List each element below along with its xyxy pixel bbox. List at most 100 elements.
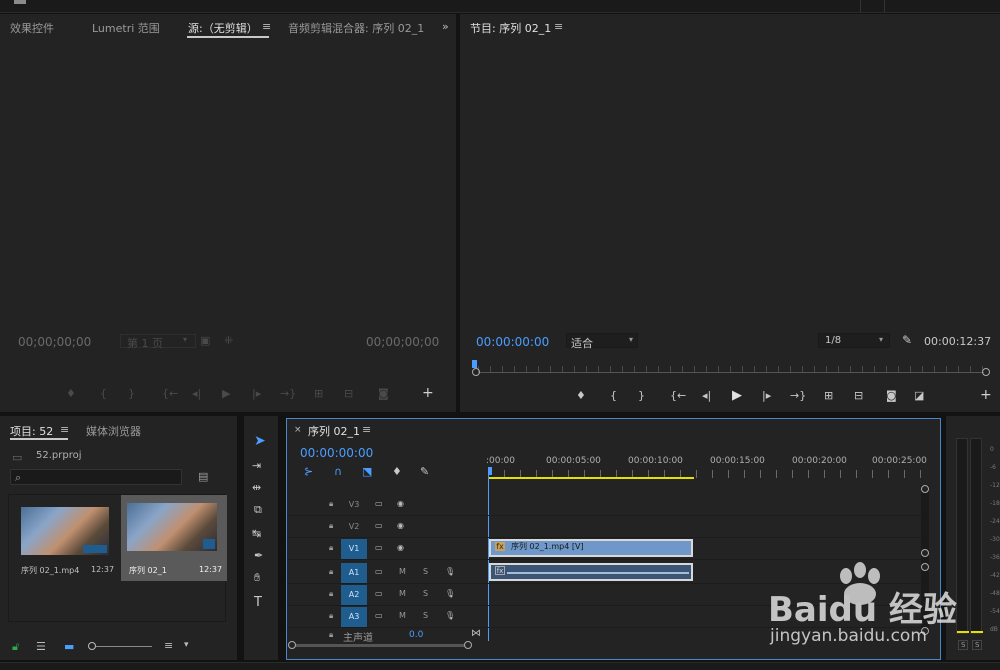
play-icon[interactable]: ▶: [732, 389, 742, 402]
step-back-icon[interactable]: ◂|: [192, 388, 201, 399]
scroll-handle[interactable]: [288, 641, 296, 649]
linked-selection-icon[interactable]: ⬔: [362, 466, 372, 477]
tab-program[interactable]: 节目: 序列 02_1: [470, 20, 551, 36]
sort-icon[interactable]: ≡: [164, 639, 173, 652]
add-button-icon[interactable]: +: [422, 386, 434, 400]
mark-out-icon[interactable]: }: [128, 388, 135, 399]
source-timecode-out[interactable]: 00;00;00;00: [366, 335, 439, 349]
microphone-icon[interactable]: 🎙︎: [445, 567, 455, 576]
step-forward-icon[interactable]: |▸: [252, 388, 261, 399]
tab-lumetri[interactable]: Lumetri 范围: [92, 20, 160, 36]
step-forward-icon[interactable]: |▸: [762, 390, 771, 401]
settings-icon[interactable]: ⁜: [224, 334, 233, 347]
track-label[interactable]: V1: [341, 539, 367, 559]
close-icon[interactable]: ×: [294, 425, 302, 435]
microphone-icon[interactable]: 🎙︎: [445, 611, 455, 620]
work-area-bar[interactable]: [488, 477, 694, 479]
ripple-edit-tool-icon[interactable]: ⇹: [252, 482, 261, 493]
tab-media-browser[interactable]: 媒体浏览器: [86, 423, 141, 439]
razor-tool-icon[interactable]: ⧉: [254, 504, 262, 515]
nest-icon[interactable]: ⊱: [304, 466, 313, 477]
workspace-icon[interactable]: [14, 0, 26, 4]
mute-button[interactable]: M: [399, 567, 406, 576]
tab-project[interactable]: 项目: 52: [10, 423, 53, 439]
mark-out-icon[interactable]: }: [638, 390, 645, 401]
playhead-marker[interactable]: [472, 360, 477, 368]
track-label[interactable]: V3: [341, 495, 367, 515]
page-select[interactable]: 第 1 页 ▾: [120, 334, 196, 350]
menu-icon[interactable]: ≡: [262, 20, 271, 33]
sync-icon[interactable]: ▭: [375, 499, 383, 508]
lock-icon[interactable]: 🔒︎: [329, 589, 333, 599]
playhead[interactable]: [488, 467, 492, 475]
export-frame-icon[interactable]: ▣: [200, 334, 210, 347]
step-back-icon[interactable]: ◂|: [702, 390, 711, 401]
project-item[interactable]: 序列 02_1.mp4 12:37: [15, 501, 115, 581]
resolution-select[interactable]: 1/8 ▾: [818, 333, 890, 348]
sync-icon[interactable]: ▭: [375, 567, 383, 576]
fit-select[interactable]: 适合 ▾: [566, 333, 638, 350]
zoom-slider[interactable]: [88, 642, 152, 650]
menu-icon[interactable]: ≡: [60, 423, 69, 436]
eye-icon[interactable]: ◉: [397, 521, 404, 530]
track-label[interactable]: A1: [341, 563, 367, 583]
wrench-icon[interactable]: ✎: [420, 466, 429, 477]
icon-view-icon[interactable]: ▬: [64, 640, 74, 653]
tab-audio-mixer[interactable]: 音频剪辑混合器: 序列 02_1: [288, 20, 424, 36]
scroll-handle-right[interactable]: [982, 368, 990, 376]
lock-icon[interactable]: 🔒︎: [329, 521, 333, 531]
find-icon[interactable]: ▤: [198, 470, 208, 483]
sync-icon[interactable]: ▭: [375, 589, 383, 598]
chevron-down-icon[interactable]: ▾: [184, 640, 189, 650]
wrench-icon[interactable]: ✎: [902, 333, 912, 347]
scroll-handle[interactable]: [464, 641, 472, 649]
mute-button[interactable]: M: [399, 589, 406, 598]
camera-icon[interactable]: ◙: [378, 388, 389, 399]
menu-icon[interactable]: ≡: [554, 20, 563, 33]
lock-icon[interactable]: 🔓︎: [12, 640, 19, 654]
pen-tool-icon[interactable]: ✒: [254, 550, 263, 561]
source-timecode-in[interactable]: 00;00;00;00: [18, 335, 91, 349]
mute-button[interactable]: M: [399, 611, 406, 620]
zoom-handle[interactable]: [88, 642, 96, 650]
program-scrubber[interactable]: [472, 360, 992, 376]
overwrite-icon[interactable]: ⊟: [344, 388, 353, 399]
sync-icon[interactable]: ▭: [375, 521, 383, 530]
menu-icon[interactable]: ≡: [362, 423, 371, 436]
solo-button[interactable]: S: [423, 611, 428, 620]
audio-clip[interactable]: fx: [489, 563, 693, 581]
overflow-icon[interactable]: »: [442, 20, 449, 33]
slip-tool-icon[interactable]: ↹: [252, 528, 261, 539]
solo-left-button[interactable]: S: [958, 640, 969, 650]
lock-icon[interactable]: 🔒︎: [329, 630, 333, 640]
add-button-icon[interactable]: +: [980, 388, 992, 402]
scroll-handle[interactable]: [921, 549, 929, 557]
play-icon[interactable]: ▶: [222, 388, 230, 399]
timeline-timecode[interactable]: 00:00:00:00: [300, 446, 373, 460]
video-clip[interactable]: fx 序列 02_1.mp4 [V]: [489, 539, 693, 557]
list-view-icon[interactable]: ☰: [36, 640, 46, 653]
mark-in-icon[interactable]: {: [100, 388, 107, 399]
sync-icon[interactable]: ▭: [375, 611, 383, 620]
master-volume[interactable]: 0.0: [409, 630, 423, 640]
type-tool-icon[interactable]: T: [254, 596, 262, 609]
lock-icon[interactable]: 🔒︎: [329, 567, 333, 577]
lock-icon[interactable]: 🔒︎: [329, 611, 333, 621]
eye-icon[interactable]: ◉: [397, 543, 404, 552]
program-timecode[interactable]: 00:00:00:00: [476, 335, 549, 349]
solo-right-button[interactable]: S: [972, 640, 983, 650]
snap-icon[interactable]: ∩: [334, 466, 342, 477]
track-label[interactable]: V2: [341, 517, 367, 537]
scroll-handle[interactable]: [921, 563, 929, 571]
track-label[interactable]: A3: [341, 607, 367, 627]
insert-icon[interactable]: ⊞: [314, 388, 323, 399]
bowtie-icon[interactable]: ⋈: [471, 628, 481, 639]
lock-icon[interactable]: 🔒︎: [329, 499, 333, 509]
extract-icon[interactable]: ⊟: [854, 390, 863, 401]
scroll-handle-left[interactable]: [472, 368, 480, 376]
eye-icon[interactable]: ◉: [397, 499, 404, 508]
sync-icon[interactable]: ▭: [375, 543, 383, 552]
track-select-tool-icon[interactable]: ⇥: [252, 460, 261, 471]
marker-icon[interactable]: ♦: [66, 388, 76, 399]
solo-button[interactable]: S: [423, 589, 428, 598]
